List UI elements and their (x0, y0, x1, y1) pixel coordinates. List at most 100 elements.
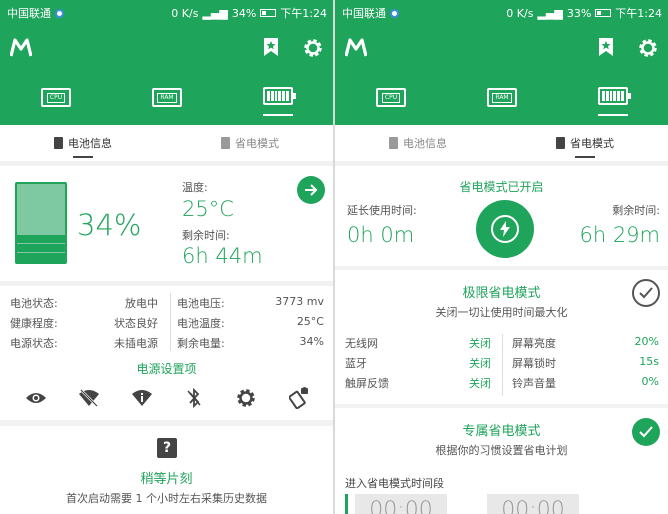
battery-percent-status: 33% (566, 6, 592, 20)
signal-icon: ▂▄▆ (537, 6, 563, 20)
battery-info-screen: 中国联通 0 K/s ▂▄▆ 34% 下午1:24 CPU RAM 电池信息 省… (0, 0, 333, 514)
remaining-time-value: 6h 44m (182, 244, 263, 268)
waiting-title: 稍等片刻 (140, 472, 193, 487)
row-value: 放电中 (125, 297, 158, 310)
question-icon: ? (157, 438, 177, 458)
hd-icon (390, 8, 399, 18)
info-row: 电源状态: 未插电源 剩余电量: 34% (0, 335, 333, 355)
cpu-tab[interactable]: CPU (376, 88, 406, 107)
row-value: 25°C (296, 315, 324, 328)
net-speed: 0 K/s (171, 6, 199, 20)
battery-small-icon (221, 137, 230, 149)
power-mode-on-title: 省电模式已开启 (459, 180, 544, 194)
end-time-picker[interactable]: 00:00 (487, 494, 579, 514)
info-row: 健康程度: 状态良好 电池温度: 25°C (0, 315, 333, 335)
wifi-off-icon[interactable] (76, 385, 102, 411)
details-arrow-button[interactable] (297, 176, 325, 204)
signal-icon: ▂▄▆ (202, 6, 228, 20)
row-label: 电源状态: (10, 337, 58, 350)
tab-battery-info[interactable]: 电池信息 (335, 125, 501, 161)
clock: 下午1:24 (615, 7, 662, 20)
row-label: 屏幕锁时 (512, 357, 556, 370)
tab-indicator (598, 114, 628, 116)
start-time-picker[interactable]: 00:00 (355, 494, 447, 514)
extend-time-value: 0h 0m (347, 223, 415, 247)
period-label: 进入省电模式时间段 (345, 477, 444, 490)
row-label: 电池电压: (177, 297, 225, 310)
info-row: 电池状态: 放电中 电池电压: 3773 mv (0, 295, 333, 315)
status-bar: 中国联通 0 K/s ▂▄▆ 34% 下午1:24 (0, 0, 333, 24)
remaining-time-value: 6h 29m (579, 223, 660, 247)
bluetooth-off-icon[interactable] (181, 385, 207, 411)
app-bar: CPU RAM (0, 24, 333, 125)
remaining-time-label: 剩余时间: (612, 204, 660, 217)
extreme-mode-title: 极限省电模式 (462, 286, 541, 301)
power-settings-title: 电源设置项 (136, 362, 197, 376)
gear-icon[interactable] (233, 385, 259, 411)
check-icon (639, 287, 653, 299)
hd-icon (55, 8, 64, 18)
tab-power-mode[interactable]: 省电模式 (167, 125, 333, 161)
custom-mode-title: 专属省电模式 (462, 424, 541, 439)
arrow-right-icon (305, 184, 318, 196)
power-save-toggle[interactable] (476, 200, 534, 258)
segment-tabs: 电池信息 省电模式 (0, 125, 333, 161)
eye-icon[interactable] (23, 385, 49, 411)
extreme-mode-check[interactable] (632, 279, 660, 307)
settings-gear-icon[interactable] (637, 37, 659, 59)
battery-small-icon (389, 137, 398, 149)
battery-small-icon (556, 137, 565, 149)
cpu-chip-icon: CPU (46, 92, 66, 103)
battery-tab[interactable] (263, 87, 296, 105)
screen-rotation-lock-icon[interactable] (286, 385, 312, 411)
row-value: 未插电源 (114, 337, 158, 350)
wifi-info-icon[interactable] (129, 385, 155, 411)
row-label: 剩余电量: (177, 337, 225, 350)
cpu-tab[interactable]: CPU (41, 88, 71, 107)
power-mode-screen: 中国联通 0 K/s ▂▄▆ 33% 下午1:24 CPU RAM 电池信息 省… (335, 0, 668, 514)
row-value: 0% (641, 375, 659, 388)
row-value: 20% (634, 335, 659, 348)
custom-mode-check[interactable] (632, 418, 660, 446)
temperature-label: 温度: (182, 181, 208, 194)
row-value: 关闭 (469, 357, 491, 370)
settings-gear-icon[interactable] (302, 37, 324, 59)
bookmark-star-icon[interactable] (263, 37, 279, 57)
tab-indicator (263, 114, 293, 116)
info-row: 蓝牙 关闭 屏幕锁时 15s (335, 355, 668, 375)
extreme-mode-description: 关闭一切让使用时间最大化 (435, 306, 568, 319)
app-bar: CPU RAM (335, 24, 668, 125)
tab-underline (73, 156, 93, 158)
row-label: 屏幕亮度 (512, 337, 556, 350)
clock: 下午1:24 (280, 7, 327, 20)
row-value: 3773 mv (275, 295, 324, 308)
app-logo-icon (10, 38, 32, 57)
battery-tab[interactable] (598, 87, 631, 105)
row-value: 15s (639, 355, 659, 368)
tab-power-mode-label: 省电模式 (235, 137, 279, 150)
ram-tab[interactable]: RAM (487, 88, 517, 107)
segment-tabs: 电池信息 省电模式 (335, 125, 668, 161)
waiting-description: 首次启动需要 1 个小时左右采集历史数据 (66, 492, 267, 505)
ram-chip-icon: RAM (157, 92, 177, 103)
battery-small-icon (54, 137, 63, 149)
bookmark-star-icon[interactable] (598, 37, 614, 57)
info-row: 触屏反馈 关闭 铃声音量 0% (335, 375, 668, 395)
carrier-label: 中国联通 (7, 7, 51, 20)
extend-time-label: 延长使用时间: (347, 204, 417, 217)
row-label: 健康程度: (10, 317, 58, 330)
tab-power-mode-label: 省电模式 (570, 137, 614, 150)
check-icon (639, 426, 653, 438)
carrier-label: 中国联通 (342, 7, 386, 20)
battery-status-icon (260, 9, 277, 17)
net-speed: 0 K/s (506, 6, 534, 20)
battery-percent-value: 34% (77, 208, 142, 242)
power-settings-toolbar (0, 385, 333, 411)
row-label: 铃声音量 (512, 377, 556, 390)
info-row: 无线网 关闭 屏幕亮度 20% (335, 335, 668, 355)
remaining-time-label: 剩余时间: (182, 229, 230, 242)
ram-tab[interactable]: RAM (152, 88, 182, 107)
row-value: 状态良好 (114, 317, 158, 330)
row-label: 蓝牙 (345, 357, 367, 370)
custom-mode-description: 根据你的习惯设置省电计划 (435, 444, 568, 457)
